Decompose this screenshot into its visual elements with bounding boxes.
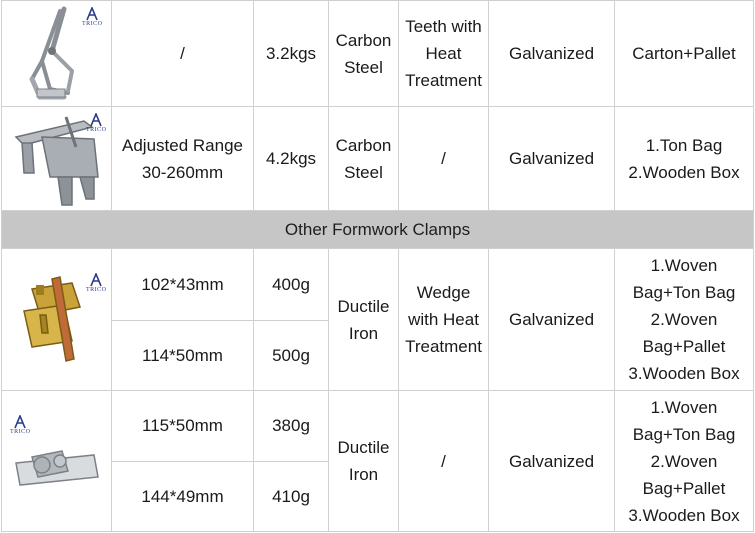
spec-cell: 115*50mm <box>111 390 254 462</box>
brand-logo-icon <box>86 7 98 21</box>
weight-cell: 400g <box>253 248 329 321</box>
weight-cell: 410g <box>253 460 329 532</box>
brand-logo-icon <box>14 415 26 429</box>
brand-logo-icon <box>90 273 102 287</box>
spring-clamp-icon <box>15 450 99 486</box>
brand-logo-text: TRICO <box>10 429 31 435</box>
brand-logo-text: TRICO <box>82 21 103 27</box>
product-image-cell: TRICO <box>1 0 112 107</box>
spec-cell: 102*43mm <box>111 248 254 321</box>
table-row: TRICO 102*43mm 400g Ductile Iron Wedge w… <box>1 248 754 391</box>
material-cell: Carbon Steel <box>328 0 399 107</box>
product-image-cell: TRICO <box>1 106 112 211</box>
product-image-cell: TRICO <box>1 248 112 391</box>
weight-cell: 4.2kgs <box>253 106 329 211</box>
feature-cell: / <box>398 106 489 211</box>
packing-cell: 1.Woven Bag+Ton Bag 2.Woven Bag+Pallet 3… <box>614 248 754 391</box>
spec-cell: 144*49mm <box>111 460 254 532</box>
section-title: Other Formwork Clamps <box>1 210 754 249</box>
section-row: Other Formwork Clamps <box>1 210 754 249</box>
surface-cell: Galvanized <box>488 248 615 391</box>
feature-cell: / <box>398 390 489 532</box>
material-cell: Carbon Steel <box>328 106 399 211</box>
brand-logo-text: TRICO <box>86 127 107 133</box>
product-image-cell: TRICO <box>1 390 112 532</box>
weight-cell: 380g <box>253 390 329 462</box>
spec-cell: 114*50mm <box>111 319 254 391</box>
material-cell: Ductile Iron <box>328 248 399 391</box>
weight-cell: 500g <box>253 319 329 391</box>
wedge-clamp-icon <box>23 276 81 362</box>
surface-cell: Galvanized <box>488 390 615 532</box>
surface-cell: Galvanized <box>488 0 615 107</box>
spec-cell: / <box>111 0 254 107</box>
surface-cell: Galvanized <box>488 106 615 211</box>
brand-logo-icon <box>90 113 102 127</box>
weight-cell: 3.2kgs <box>253 0 329 107</box>
table-row: TRICO / 3.2kgs Carbon Steel Teeth with H… <box>1 0 754 107</box>
spec-cell: Adjusted Range 30-260mm <box>111 106 254 211</box>
packing-cell: 1.Woven Bag+Ton Bag 2.Woven Bag+Pallet 3… <box>614 390 754 532</box>
feature-cell: Wedge with Heat Treatment <box>398 248 489 391</box>
table-row: TRICO Adjusted Range 30-260mm 4.2kgs Car… <box>1 106 754 211</box>
brand-logo-text: TRICO <box>86 287 107 293</box>
packing-cell: Carton+Pallet <box>614 0 754 107</box>
packing-cell: 1.Ton Bag 2.Wooden Box <box>614 106 754 211</box>
product-spec-table: TRICO / 3.2kgs Carbon Steel Teeth with H… <box>1 0 754 532</box>
table-row: TRICO 115*50mm 380g Ductile Iron / Galva… <box>1 390 754 532</box>
material-cell: Ductile Iron <box>328 390 399 532</box>
feature-cell: Teeth with Heat Treatment <box>398 0 489 107</box>
